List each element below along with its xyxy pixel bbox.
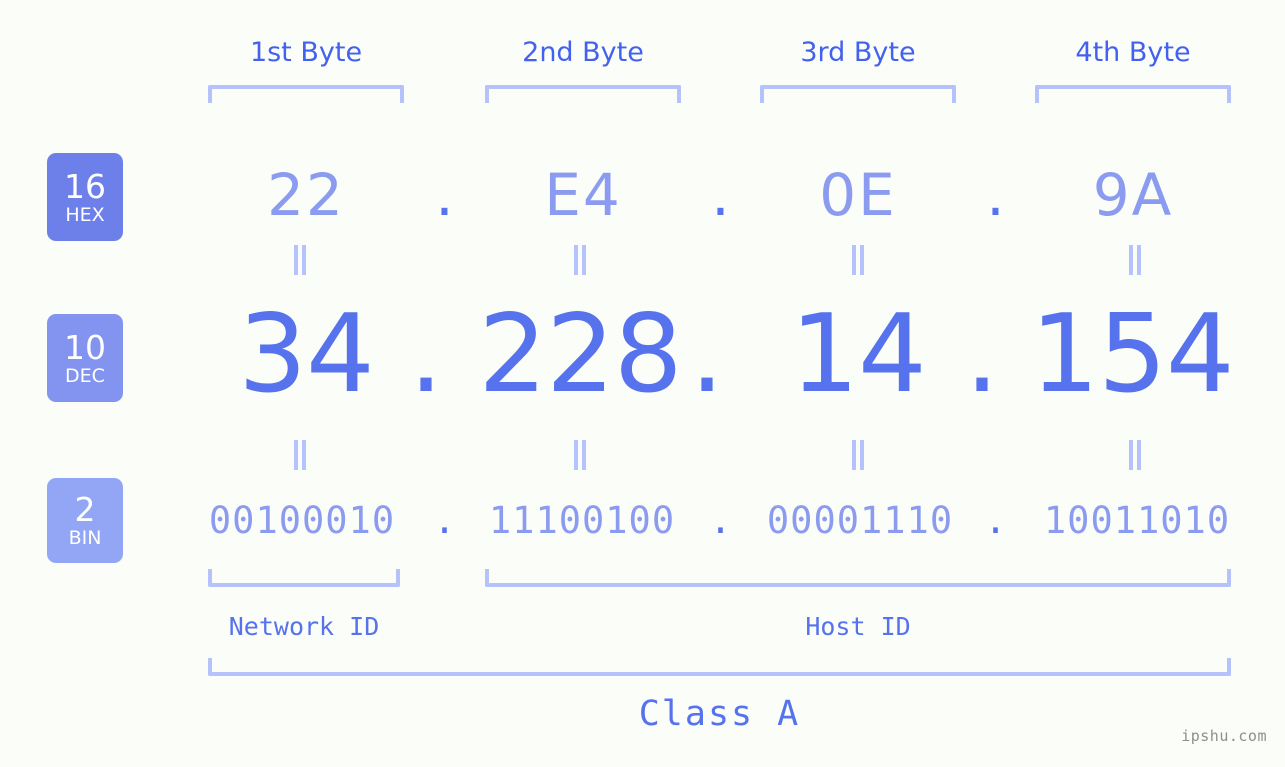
bin-octet-2: 11100100	[488, 499, 676, 542]
host-id-label: Host ID	[805, 612, 911, 641]
dec-separator-2: .	[689, 292, 725, 417]
hex-separator-2: .	[711, 161, 730, 229]
bin-row: 00100010 . 11100100 . 00001110 . 1001101…	[0, 486, 1285, 556]
network-id-label: Network ID	[228, 612, 380, 641]
equals-mark-dec-bin-2	[569, 440, 591, 470]
bin-separator-3: .	[984, 499, 1007, 542]
bin-separator-1: .	[433, 499, 456, 542]
bin-octet-3: 00001110	[766, 499, 954, 542]
hex-separator-1: .	[435, 161, 454, 229]
equals-mark-hex-dec-1	[289, 245, 311, 275]
class-label: Class A	[638, 694, 801, 734]
class-bracket	[208, 658, 1231, 676]
bin-octet-1: 00100010	[208, 499, 396, 542]
bin-octet-4: 10011010	[1043, 499, 1231, 542]
network-id-bracket	[208, 569, 400, 587]
byte-header-2: 2nd Byte	[522, 37, 644, 68]
byte-bracket-4	[1035, 85, 1231, 103]
hex-octet-4: 9A	[1092, 161, 1174, 229]
site-watermark: ipshu.com	[1181, 727, 1267, 745]
hex-octet-2: E4	[544, 161, 622, 229]
byte-bracket-3	[760, 85, 956, 103]
equals-mark-hex-dec-2	[569, 245, 591, 275]
hex-separator-3: .	[986, 161, 1005, 229]
byte-bracket-1	[208, 85, 404, 103]
byte-header-4: 4th Byte	[1075, 37, 1191, 68]
ip-breakdown-canvas: 1st Byte 2nd Byte 3rd Byte 4th Byte 16 H…	[0, 0, 1285, 767]
equals-mark-dec-bin-3	[847, 440, 869, 470]
dec-row: 34 . 228 . 14 . 154	[0, 290, 1285, 420]
dec-octet-1: 34	[238, 292, 374, 417]
dec-separator-3: .	[964, 292, 1000, 417]
dec-octet-2: 228	[478, 292, 682, 417]
equals-mark-hex-dec-3	[847, 245, 869, 275]
hex-row: 22 . E4 . 0E . 9A	[0, 150, 1285, 240]
hex-octet-1: 22	[267, 161, 345, 229]
dec-octet-3: 14	[790, 292, 926, 417]
equals-mark-dec-bin-4	[1124, 440, 1146, 470]
dec-separator-1: .	[408, 292, 444, 417]
host-id-bracket	[485, 569, 1231, 587]
equals-mark-dec-bin-1	[289, 440, 311, 470]
byte-bracket-2	[485, 85, 681, 103]
byte-header-1: 1st Byte	[249, 37, 363, 68]
bin-separator-2: .	[709, 499, 732, 542]
equals-mark-hex-dec-4	[1124, 245, 1146, 275]
dec-octet-4: 154	[1030, 292, 1234, 417]
byte-header-3: 3rd Byte	[800, 37, 916, 68]
hex-octet-3: 0E	[819, 161, 897, 229]
